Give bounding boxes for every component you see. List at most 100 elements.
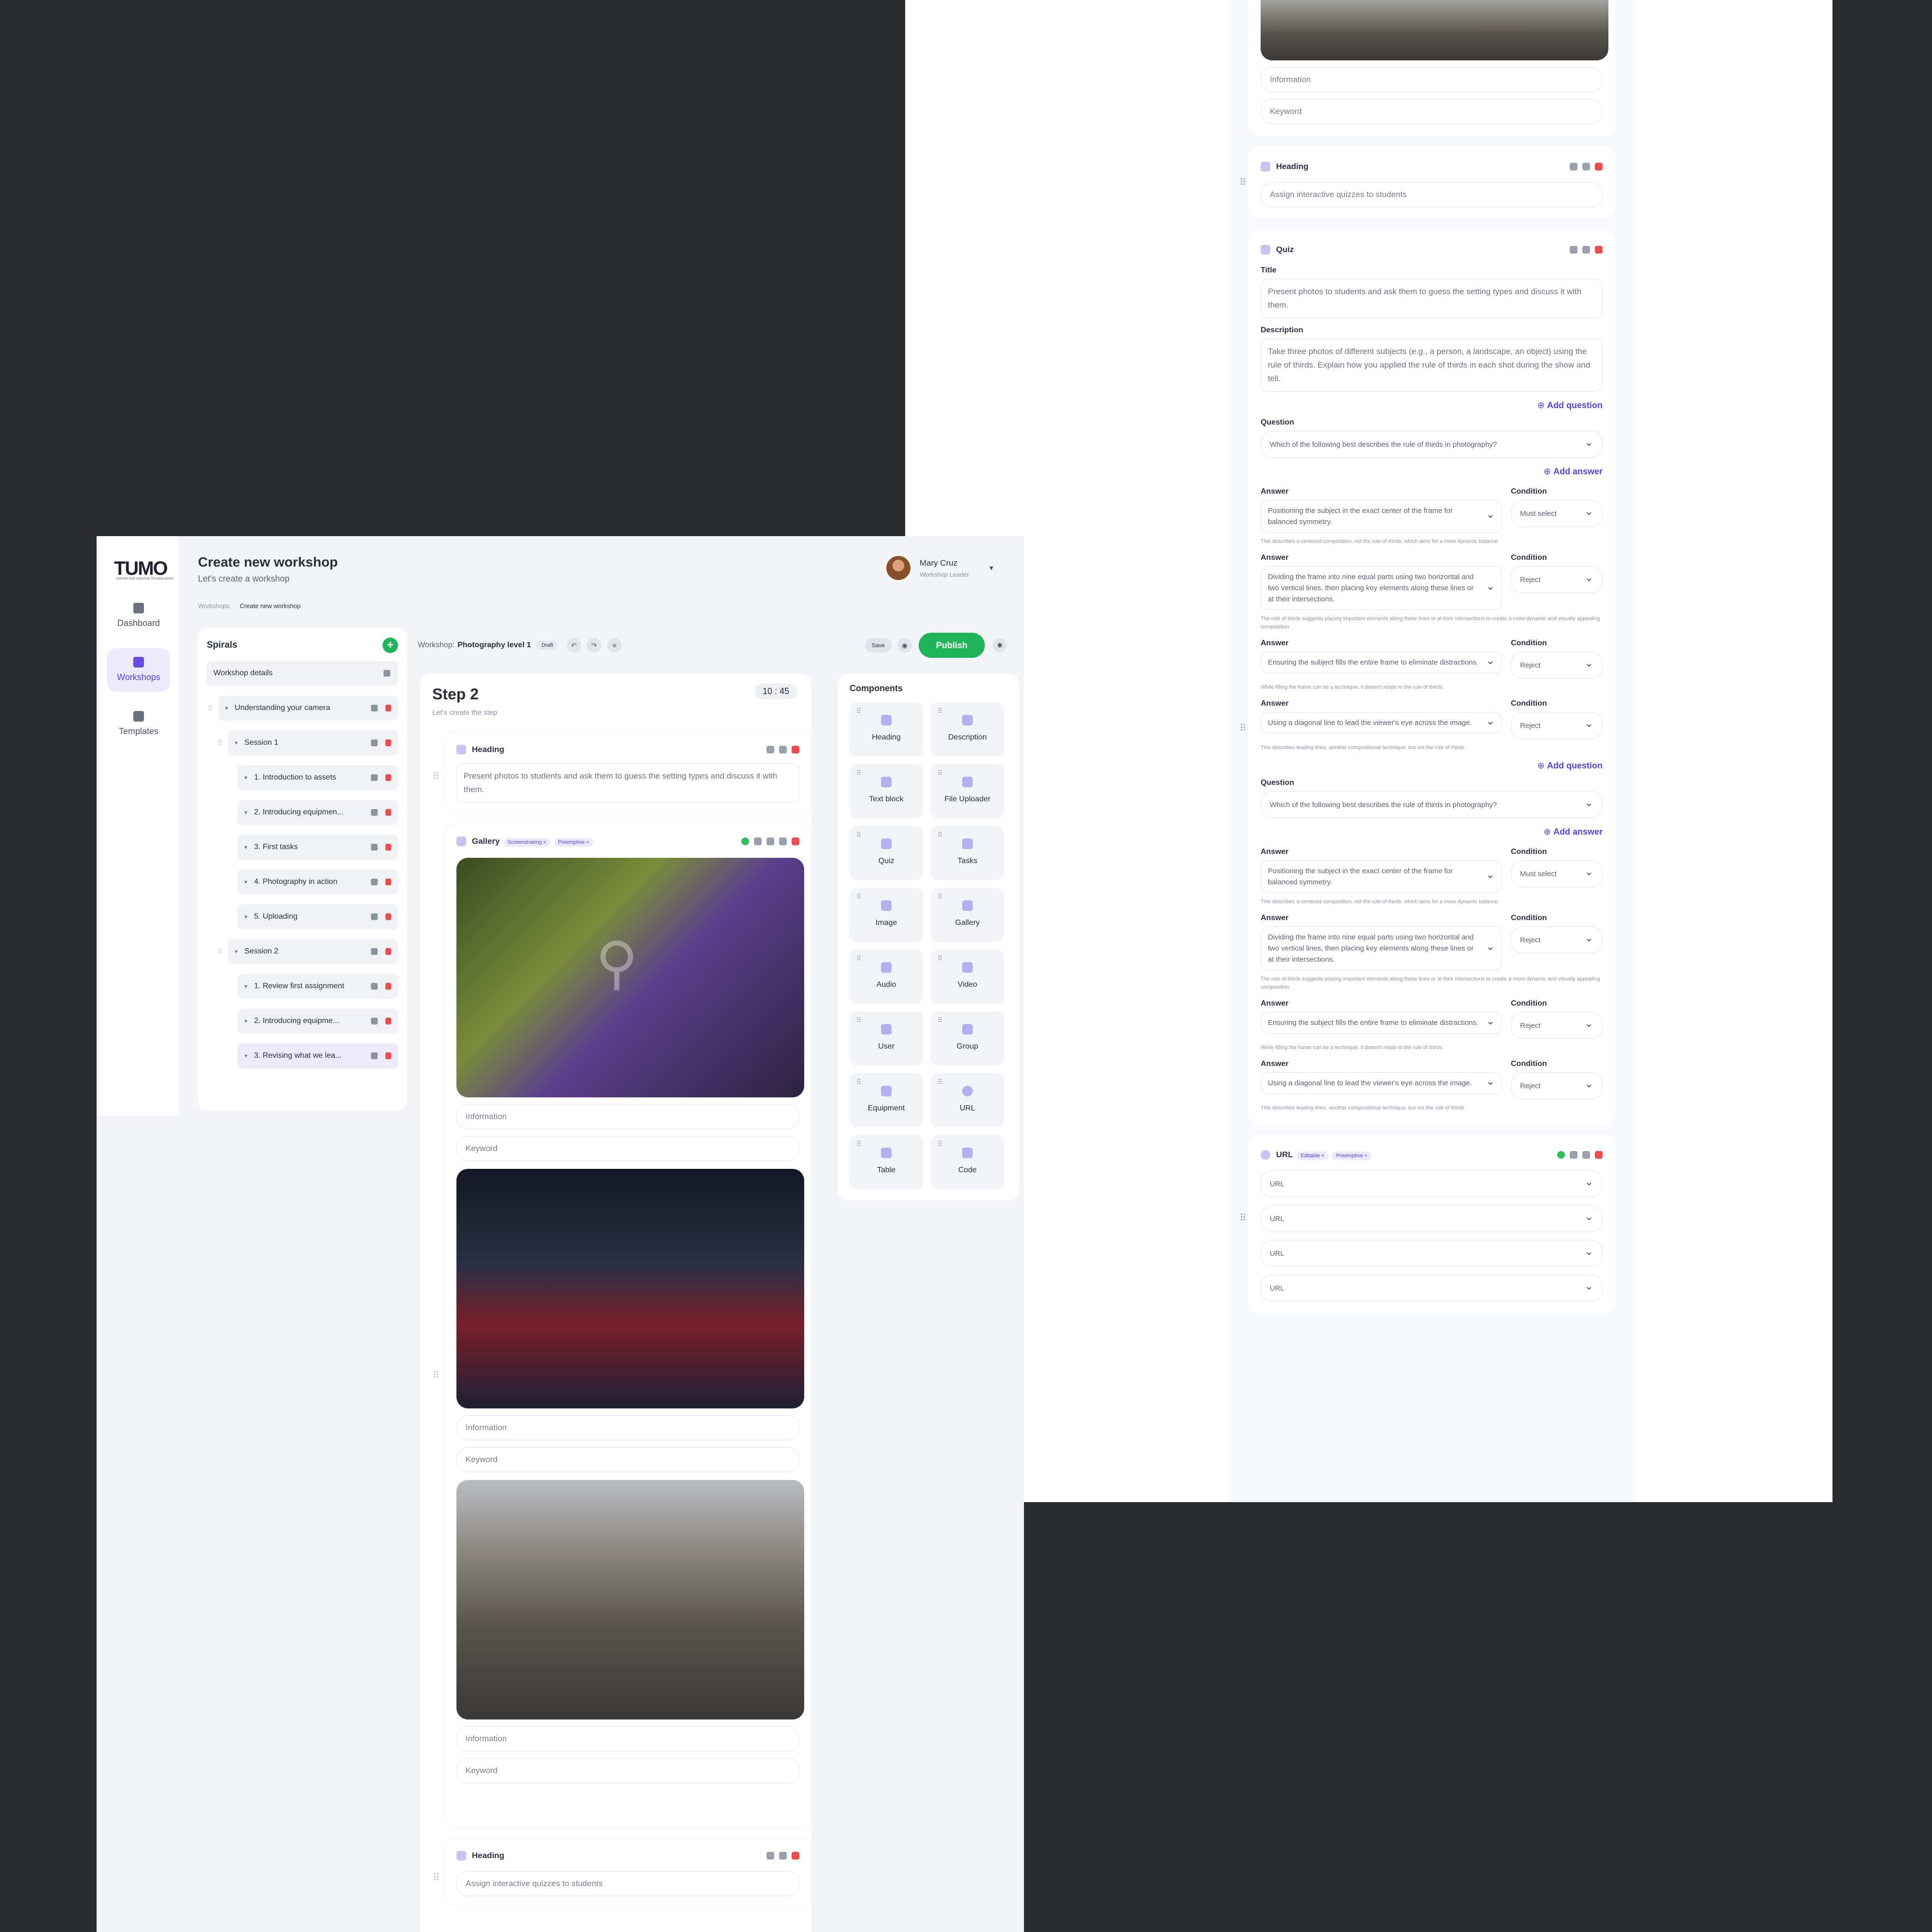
delete-icon[interactable]	[385, 844, 391, 851]
question-select[interactable]: Which of the following best describes th…	[1261, 791, 1603, 818]
move-icon[interactable]	[371, 948, 378, 955]
gallery-image-city-night[interactable]	[456, 1169, 804, 1408]
gallery-image-cyclist[interactable]: ⚲	[456, 858, 804, 1097]
information-input[interactable]: Information	[456, 1726, 799, 1751]
answer-select[interactable]: Using a diagonal line to lead the viewer…	[1261, 712, 1502, 734]
delete-icon[interactable]	[385, 948, 391, 955]
delete-icon[interactable]	[385, 879, 391, 885]
copy-icon[interactable]	[767, 746, 774, 753]
delete-icon[interactable]	[1595, 246, 1603, 254]
drag-handle-icon[interactable]: ⠿	[433, 770, 440, 782]
information-input[interactable]: Information	[1261, 67, 1603, 92]
component-user[interactable]: ⠿ User	[850, 1011, 923, 1065]
quiz-description-textarea[interactable]: Take three photos of different subjects …	[1261, 339, 1603, 392]
add-icon[interactable]	[1557, 1151, 1565, 1159]
url-select[interactable]: URL	[1261, 1275, 1603, 1302]
add-spiral-button[interactable]: +	[383, 638, 398, 653]
component-tasks[interactable]: ⠿ Tasks	[931, 826, 1004, 880]
tree-item-spiral[interactable]: ▾ Understanding your camera	[218, 696, 398, 721]
component-url[interactable]: ⠿ URL	[931, 1073, 1004, 1127]
delete-icon[interactable]	[1595, 1151, 1603, 1159]
drag-handle-icon[interactable]: ⠿	[1239, 722, 1247, 734]
answer-select[interactable]: Positioning the subject in the exact cen…	[1261, 500, 1502, 533]
settings-icon[interactable]: ✱	[993, 638, 1007, 653]
delete-icon[interactable]	[385, 913, 391, 920]
move-icon[interactable]	[371, 1052, 378, 1059]
condition-select[interactable]: Reject	[1511, 926, 1603, 953]
tree-item-step-active[interactable]: ▾ 3. Revising what we lea...	[238, 1043, 398, 1068]
tree-item-step[interactable]: ▾ 1. Review first assignment	[238, 974, 398, 999]
drag-handle-icon[interactable]: ⠿	[1239, 1212, 1247, 1224]
component-code[interactable]: ⠿ Code	[931, 1135, 1004, 1189]
move-icon[interactable]	[371, 913, 378, 920]
settings-icon[interactable]	[1582, 246, 1590, 254]
screensharing-chip[interactable]: Screensharing ×	[503, 838, 551, 847]
answer-select[interactable]: Using a diagonal line to lead the viewer…	[1261, 1072, 1502, 1094]
url-select[interactable]: URL	[1261, 1205, 1603, 1232]
step-timer[interactable]: 10 : 45	[754, 683, 797, 699]
move-icon[interactable]	[371, 739, 378, 746]
keyword-input[interactable]: Keyword	[456, 1447, 799, 1472]
drag-handle-icon[interactable]: ⠿	[217, 948, 222, 956]
drag-handle-icon[interactable]: ⠿	[433, 1369, 440, 1381]
component-description[interactable]: ⠿ Description	[931, 702, 1004, 756]
add-icon[interactable]	[741, 838, 749, 845]
redo-icon[interactable]: ↷	[587, 638, 602, 653]
tree-item-session[interactable]: ▾ Session 2	[228, 939, 398, 964]
tree-item-step[interactable]: ▾ 2. Introducing equipmen...	[238, 800, 398, 825]
save-button[interactable]: Save	[865, 638, 892, 653]
url-select[interactable]: URL	[1261, 1240, 1603, 1267]
answer-select[interactable]: Dividing the frame into nine equal parts…	[1261, 566, 1502, 610]
preview-icon[interactable]: ◉	[897, 638, 912, 653]
preemptive-chip[interactable]: Preemptive ×	[554, 838, 594, 847]
keyword-input[interactable]: Keyword	[456, 1758, 799, 1783]
history-icon[interactable]: ≡	[607, 638, 622, 653]
information-input[interactable]: Information	[456, 1104, 799, 1129]
condition-select[interactable]: Must select	[1511, 860, 1603, 887]
move-icon[interactable]	[371, 774, 378, 781]
component-text-block[interactable]: ⠿ Text block	[850, 764, 923, 818]
component-file-uploader[interactable]: ⠿ File Uploader	[931, 764, 1004, 818]
heading-input[interactable]: Present photos to students and ask them …	[456, 763, 799, 803]
nav-templates[interactable]: Templates	[107, 702, 170, 746]
answer-select[interactable]: Ensuring the subject fills the entire fr…	[1261, 1012, 1502, 1034]
copy-icon[interactable]	[1570, 1151, 1577, 1159]
condition-select[interactable]: Must select	[1511, 500, 1603, 527]
heading-input[interactable]: Assign interactive quizzes to students	[1261, 182, 1603, 207]
keyword-input[interactable]: Keyword	[1261, 99, 1603, 124]
publish-button[interactable]: Publish	[918, 633, 985, 658]
copy-icon[interactable]	[1570, 163, 1577, 170]
component-gallery[interactable]: ⠿ Gallery	[931, 888, 1004, 942]
copy-icon[interactable]	[767, 838, 774, 845]
settings-icon[interactable]	[779, 746, 787, 753]
gallery-image-street[interactable]	[456, 1480, 804, 1719]
copy-icon[interactable]	[1570, 246, 1577, 254]
component-table[interactable]: ⠿ Table	[850, 1135, 923, 1189]
editable-chip[interactable]: Editable ×	[1296, 1151, 1329, 1160]
move-icon[interactable]	[384, 670, 390, 677]
condition-select[interactable]: Reject	[1511, 652, 1603, 679]
component-audio[interactable]: ⠿ Audio	[850, 950, 923, 1004]
answer-select[interactable]: Ensuring the subject fills the entire fr…	[1261, 652, 1502, 673]
answer-select[interactable]: Positioning the subject in the exact cen…	[1261, 860, 1502, 893]
drag-handle-icon[interactable]: ⠿	[1239, 176, 1247, 188]
url-select[interactable]: URL	[1261, 1170, 1603, 1197]
condition-select[interactable]: Reject	[1511, 1012, 1603, 1039]
information-input[interactable]: Information	[456, 1415, 799, 1440]
chevron-down-icon[interactable]: ▾	[989, 563, 993, 573]
component-video[interactable]: ⠿ Video	[931, 950, 1004, 1004]
settings-icon[interactable]	[1582, 1151, 1590, 1159]
tree-item-step[interactable]: ▾ 2. Introducing equipme...	[238, 1009, 398, 1034]
question-select[interactable]: Which of the following best describes th…	[1261, 431, 1603, 458]
user-menu[interactable]: Mary Cruz Workshop Leader ▾	[885, 554, 993, 582]
delete-icon[interactable]	[385, 774, 391, 781]
tree-item-step[interactable]: ▾ 3. First tasks	[238, 835, 398, 860]
move-icon[interactable]	[371, 879, 378, 885]
tree-item-session[interactable]: ▾ Session 1	[228, 730, 398, 755]
settings-icon[interactable]	[779, 1852, 787, 1860]
move-icon[interactable]	[371, 844, 378, 851]
delete-icon[interactable]	[385, 739, 391, 746]
preemptive-chip[interactable]: Preemptive ×	[1332, 1151, 1372, 1160]
answer-select[interactable]: Dividing the frame into nine equal parts…	[1261, 926, 1502, 970]
workshop-details-item[interactable]: Workshop details	[207, 661, 398, 686]
